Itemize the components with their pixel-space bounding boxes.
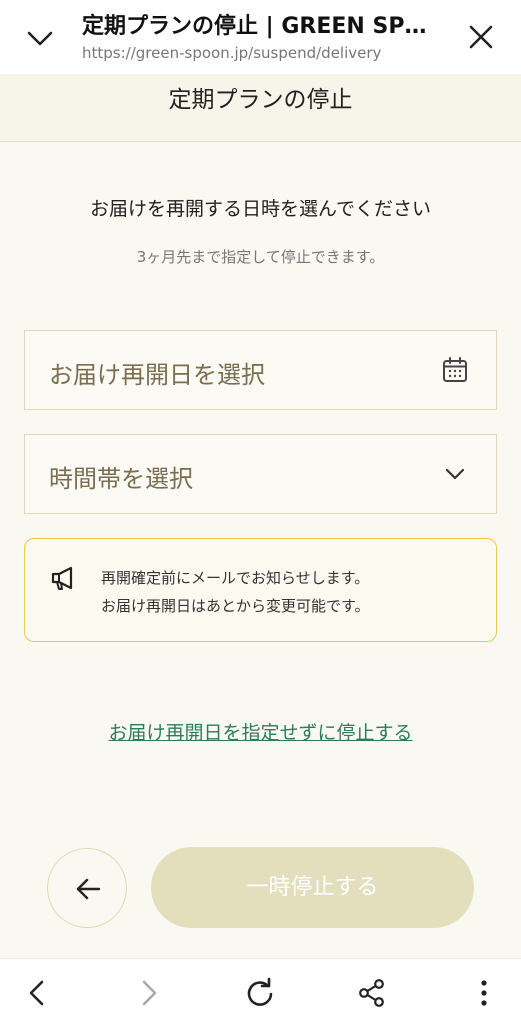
notice-line-1: 再開確定前にメールでお知らせします。 — [101, 569, 370, 587]
pause-subscription-button[interactable]: 一時停止する — [151, 847, 474, 928]
forward-icon[interactable] — [132, 977, 164, 1009]
suspend-without-date-link[interactable]: お届け再開日を指定せずに停止する — [0, 718, 521, 745]
calendar-icon — [443, 357, 467, 382]
time-slot-select[interactable]: 時間帯を選択 — [24, 434, 497, 514]
back-button[interactable] — [47, 848, 127, 928]
back-icon[interactable] — [22, 977, 54, 1009]
page-title: 定期プランの停止 — [168, 87, 353, 113]
reload-icon[interactable] — [244, 977, 276, 1009]
browser-page-title: 定期プランの停止 | GREEN SP… — [82, 14, 427, 39]
browser-top-bar: 定期プランの停止 | GREEN SP… https://green-spoon… — [0, 0, 521, 74]
chevron-down-icon[interactable] — [24, 22, 56, 54]
notice-line-2: お届け再開日はあとから変更可能です。 — [101, 597, 370, 615]
more-icon[interactable] — [468, 977, 500, 1009]
browser-bottom-bar — [0, 958, 521, 1024]
share-icon[interactable] — [356, 977, 388, 1009]
resume-date-select[interactable]: お届け再開日を選択 — [24, 330, 497, 410]
resume-date-placeholder: お届け再開日を選択 — [49, 361, 265, 389]
section-subnote: 3ヶ月先まで指定して停止できます。 — [136, 248, 385, 266]
time-slot-placeholder: 時間帯を選択 — [49, 465, 193, 493]
megaphone-icon — [51, 566, 73, 590]
section-heading: お届けを再開する日時を選んでください — [89, 198, 432, 220]
browser-url[interactable]: https://green-spoon.jp/suspend/delivery — [82, 44, 448, 62]
chevron-down-icon — [445, 468, 465, 480]
close-icon[interactable] — [464, 20, 498, 54]
page-header: 定期プランの停止 — [0, 74, 521, 142]
arrow-left-icon — [76, 878, 101, 900]
notice-box: 再開確定前にメールでお知らせします。 お届け再開日はあとから変更可能です。 — [24, 538, 497, 642]
